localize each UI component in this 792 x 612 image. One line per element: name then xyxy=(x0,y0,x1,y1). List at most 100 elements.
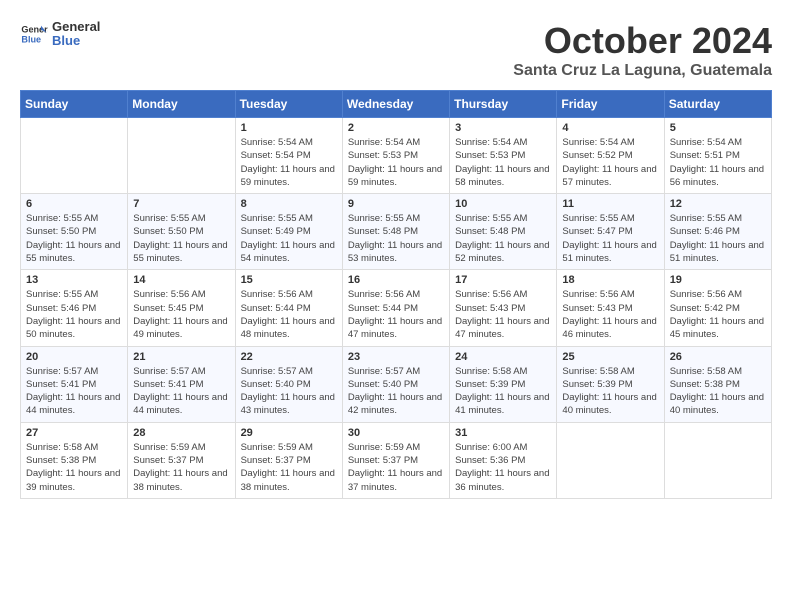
cell-details: Sunrise: 5:55 AMSunset: 5:48 PMDaylight:… xyxy=(455,212,551,265)
cell-details: Sunrise: 5:58 AMSunset: 5:38 PMDaylight:… xyxy=(670,365,766,418)
day-number: 4 xyxy=(562,122,658,134)
cell-details: Sunrise: 5:56 AMSunset: 5:44 PMDaylight:… xyxy=(348,288,444,341)
calendar-cell xyxy=(128,118,235,194)
cell-details: Sunrise: 5:56 AMSunset: 5:43 PMDaylight:… xyxy=(455,288,551,341)
day-number: 25 xyxy=(562,351,658,363)
day-number: 13 xyxy=(26,274,122,286)
cell-details: Sunrise: 5:55 AMSunset: 5:50 PMDaylight:… xyxy=(133,212,229,265)
calendar-cell: 13 Sunrise: 5:55 AMSunset: 5:46 PMDayligh… xyxy=(21,270,128,346)
svg-text:Blue: Blue xyxy=(21,35,41,45)
cell-details: Sunrise: 5:55 AMSunset: 5:50 PMDaylight:… xyxy=(26,212,122,265)
calendar-cell: 2 Sunrise: 5:54 AMSunset: 5:53 PMDaylight… xyxy=(342,118,449,194)
calendar-cell: 31 Sunrise: 6:00 AMSunset: 5:36 PMDayligh… xyxy=(450,422,557,498)
day-number: 11 xyxy=(562,198,658,210)
cell-details: Sunrise: 5:54 AMSunset: 5:51 PMDaylight:… xyxy=(670,136,766,189)
day-number: 29 xyxy=(241,427,337,439)
cell-details: Sunrise: 5:58 AMSunset: 5:38 PMDaylight:… xyxy=(26,441,122,494)
calendar-cell: 19 Sunrise: 5:56 AMSunset: 5:42 PMDayligh… xyxy=(664,270,771,346)
calendar-cell: 24Sunrise: 5:58 AMSunset: 5:39 PMDayligh… xyxy=(450,346,557,422)
cell-details: Sunrise: 5:54 AMSunset: 5:53 PMDaylight:… xyxy=(348,136,444,189)
cell-details: Sunrise: 5:57 AMSunset: 5:40 PMDaylight:… xyxy=(348,365,444,418)
column-header-monday: Monday xyxy=(128,91,235,118)
day-number: 23 xyxy=(348,351,444,363)
column-header-wednesday: Wednesday xyxy=(342,91,449,118)
calendar-cell: 25 Sunrise: 5:58 AMSunset: 5:39 PMDayligh… xyxy=(557,346,664,422)
calendar-cell: 30Sunrise: 5:59 AMSunset: 5:37 PMDayligh… xyxy=(342,422,449,498)
week-row-1: 1 Sunrise: 5:54 AMSunset: 5:54 PMDaylight… xyxy=(21,118,772,194)
day-number: 15 xyxy=(241,274,337,286)
calendar-cell: 27 Sunrise: 5:58 AMSunset: 5:38 PMDayligh… xyxy=(21,422,128,498)
calendar-cell: 28Sunrise: 5:59 AMSunset: 5:37 PMDayligh… xyxy=(128,422,235,498)
day-number: 27 xyxy=(26,427,122,439)
cell-details: Sunrise: 5:55 AMSunset: 5:49 PMDaylight:… xyxy=(241,212,337,265)
week-row-3: 13 Sunrise: 5:55 AMSunset: 5:46 PMDayligh… xyxy=(21,270,772,346)
week-row-4: 20 Sunrise: 5:57 AMSunset: 5:41 PMDayligh… xyxy=(21,346,772,422)
calendar-cell: 9 Sunrise: 5:55 AMSunset: 5:48 PMDaylight… xyxy=(342,194,449,270)
day-number: 26 xyxy=(670,351,766,363)
cell-details: Sunrise: 5:54 AMSunset: 5:54 PMDaylight:… xyxy=(241,136,337,189)
cell-details: Sunrise: 5:54 AMSunset: 5:53 PMDaylight:… xyxy=(455,136,551,189)
day-number: 19 xyxy=(670,274,766,286)
day-number: 8 xyxy=(241,198,337,210)
day-number: 28 xyxy=(133,427,229,439)
cell-details: Sunrise: 5:56 AMSunset: 5:45 PMDaylight:… xyxy=(133,288,229,341)
calendar-cell: 7 Sunrise: 5:55 AMSunset: 5:50 PMDaylight… xyxy=(128,194,235,270)
day-number: 16 xyxy=(348,274,444,286)
cell-details: Sunrise: 5:57 AMSunset: 5:41 PMDaylight:… xyxy=(133,365,229,418)
cell-details: Sunrise: 5:55 AMSunset: 5:48 PMDaylight:… xyxy=(348,212,444,265)
calendar-cell: 8 Sunrise: 5:55 AMSunset: 5:49 PMDaylight… xyxy=(235,194,342,270)
title-block: October 2024 Santa Cruz La Laguna, Guate… xyxy=(513,20,772,80)
day-number: 9 xyxy=(348,198,444,210)
cell-details: Sunrise: 5:54 AMSunset: 5:52 PMDaylight:… xyxy=(562,136,658,189)
calendar-cell: 12 Sunrise: 5:55 AMSunset: 5:46 PMDayligh… xyxy=(664,194,771,270)
calendar-cell: 23 Sunrise: 5:57 AMSunset: 5:40 PMDayligh… xyxy=(342,346,449,422)
calendar-cell: 15 Sunrise: 5:56 AMSunset: 5:44 PMDayligh… xyxy=(235,270,342,346)
day-number: 17 xyxy=(455,274,551,286)
calendar-cell: 1 Sunrise: 5:54 AMSunset: 5:54 PMDaylight… xyxy=(235,118,342,194)
calendar-cell: 26 Sunrise: 5:58 AMSunset: 5:38 PMDayligh… xyxy=(664,346,771,422)
cell-details: Sunrise: 5:55 AMSunset: 5:46 PMDaylight:… xyxy=(670,212,766,265)
day-number: 6 xyxy=(26,198,122,210)
day-number: 24 xyxy=(455,351,551,363)
calendar-cell: 11 Sunrise: 5:55 AMSunset: 5:47 PMDayligh… xyxy=(557,194,664,270)
day-number: 22 xyxy=(241,351,337,363)
day-number: 20 xyxy=(26,351,122,363)
calendar-cell: 20Sunrise: 5:57 AMSunset: 5:41 PMDayligh… xyxy=(21,346,128,422)
logo-line1: General xyxy=(52,20,100,34)
page-header: General Blue General Blue October 2024 S… xyxy=(20,20,772,80)
calendar-cell: 22 Sunrise: 5:57 AMSunset: 5:40 PMDayligh… xyxy=(235,346,342,422)
calendar-cell xyxy=(664,422,771,498)
logo-icon: General Blue xyxy=(20,20,48,48)
day-number: 12 xyxy=(670,198,766,210)
day-number: 31 xyxy=(455,427,551,439)
cell-details: Sunrise: 5:58 AMSunset: 5:39 PMDaylight:… xyxy=(562,365,658,418)
cell-details: Sunrise: 5:57 AMSunset: 5:40 PMDaylight:… xyxy=(241,365,337,418)
calendar-cell: 6 Sunrise: 5:55 AMSunset: 5:50 PMDaylight… xyxy=(21,194,128,270)
column-header-saturday: Saturday xyxy=(664,91,771,118)
calendar-table: SundayMondayTuesdayWednesdayThursdayFrid… xyxy=(20,90,772,499)
day-number: 2 xyxy=(348,122,444,134)
calendar-cell xyxy=(21,118,128,194)
cell-details: Sunrise: 5:55 AMSunset: 5:46 PMDaylight:… xyxy=(26,288,122,341)
week-row-2: 6 Sunrise: 5:55 AMSunset: 5:50 PMDaylight… xyxy=(21,194,772,270)
calendar-cell: 10 Sunrise: 5:55 AMSunset: 5:48 PMDayligh… xyxy=(450,194,557,270)
day-number: 3 xyxy=(455,122,551,134)
calendar-cell: 29 Sunrise: 5:59 AMSunset: 5:37 PMDayligh… xyxy=(235,422,342,498)
column-header-friday: Friday xyxy=(557,91,664,118)
cell-details: Sunrise: 5:56 AMSunset: 5:44 PMDaylight:… xyxy=(241,288,337,341)
day-number: 1 xyxy=(241,122,337,134)
day-number: 21 xyxy=(133,351,229,363)
calendar-cell: 17 Sunrise: 5:56 AMSunset: 5:43 PMDayligh… xyxy=(450,270,557,346)
location-title: Santa Cruz La Laguna, Guatemala xyxy=(513,62,772,80)
cell-details: Sunrise: 5:56 AMSunset: 5:43 PMDaylight:… xyxy=(562,288,658,341)
day-number: 30 xyxy=(348,427,444,439)
calendar-cell: 5Sunrise: 5:54 AMSunset: 5:51 PMDaylight… xyxy=(664,118,771,194)
cell-details: Sunrise: 5:55 AMSunset: 5:47 PMDaylight:… xyxy=(562,212,658,265)
day-number: 7 xyxy=(133,198,229,210)
cell-details: Sunrise: 5:56 AMSunset: 5:42 PMDaylight:… xyxy=(670,288,766,341)
day-number: 10 xyxy=(455,198,551,210)
logo: General Blue General Blue xyxy=(20,20,100,49)
calendar-cell: 14Sunrise: 5:56 AMSunset: 5:45 PMDayligh… xyxy=(128,270,235,346)
cell-details: Sunrise: 6:00 AMSunset: 5:36 PMDaylight:… xyxy=(455,441,551,494)
cell-details: Sunrise: 5:59 AMSunset: 5:37 PMDaylight:… xyxy=(241,441,337,494)
